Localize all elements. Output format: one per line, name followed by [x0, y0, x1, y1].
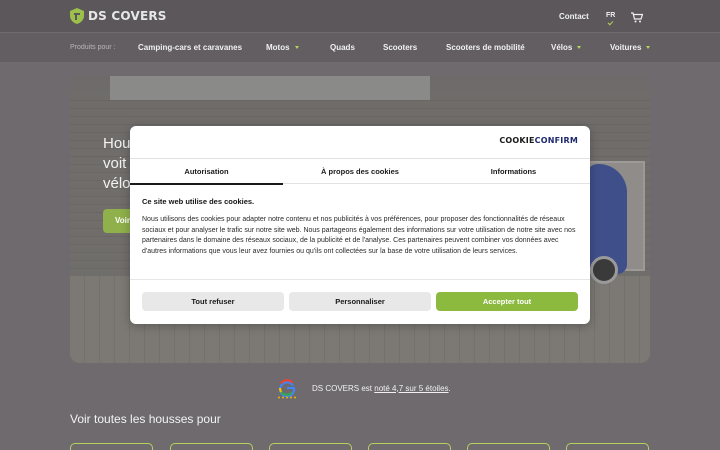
category-card[interactable]	[467, 443, 550, 450]
tab-informations[interactable]: Informations	[437, 167, 590, 176]
dialog-title: Ce site web utilise des cookies.	[142, 197, 255, 206]
nav-item-voitures[interactable]: Voitures	[610, 43, 651, 52]
rating-link[interactable]: noté 4,7 sur 5 étoiles	[374, 384, 448, 393]
category-nav: Produits pour : Camping-cars et caravane…	[0, 32, 720, 62]
language-selector[interactable]: FR	[606, 12, 615, 19]
nav-item-velos[interactable]: Vélos	[551, 43, 582, 52]
shield-logo-icon	[70, 8, 84, 24]
cookie-consent-dialog: COOKIECONFIRM Autorisation À propos des …	[130, 126, 590, 324]
customize-button[interactable]: Personnaliser	[289, 292, 431, 311]
divider	[130, 279, 590, 280]
nav-item-scooters[interactable]: Scooters	[383, 43, 417, 52]
refuse-all-button[interactable]: Tout refuser	[142, 292, 284, 311]
chevron-down-icon	[607, 19, 614, 26]
active-tab-indicator	[130, 183, 283, 185]
caret-down-icon	[646, 46, 651, 50]
rating-text: DS COVERS est noté 4,7 sur 5 étoiles.	[312, 383, 451, 393]
rating-strip: DS COVERS est noté 4,7 sur 5 étoiles.	[276, 377, 451, 399]
contact-link[interactable]: Contact	[559, 12, 589, 21]
top-header: DS COVERS Contact FR	[0, 0, 720, 32]
nav-item-motos[interactable]: Motos	[266, 43, 299, 52]
accept-all-button[interactable]: Accepter tout	[436, 292, 578, 311]
category-card[interactable]	[70, 443, 153, 450]
category-card[interactable]	[368, 443, 451, 450]
hero-wheel-image	[590, 256, 618, 284]
hero-background-sky	[110, 76, 430, 100]
caret-down-icon	[294, 46, 299, 50]
logo[interactable]: DS COVERS	[70, 8, 167, 24]
nav-item-scooters-mobilite[interactable]: Scooters de mobilité	[446, 43, 525, 52]
cookieconfirm-logo: COOKIECONFIRM	[499, 136, 578, 145]
tab-autorisation[interactable]: Autorisation	[130, 167, 283, 176]
cart-icon[interactable]	[631, 12, 643, 23]
category-card[interactable]	[566, 443, 649, 450]
google-icon	[278, 379, 296, 399]
logo-text: DS COVERS	[88, 9, 167, 23]
category-card[interactable]	[269, 443, 352, 450]
cookie-tabs: Autorisation À propos des cookies Inform…	[130, 158, 590, 185]
nav-item-quads[interactable]: Quads	[330, 43, 355, 52]
category-card[interactable]	[170, 443, 253, 450]
nav-prefix: Produits pour :	[70, 44, 116, 51]
caret-down-icon	[577, 46, 582, 50]
nav-item-camping-cars[interactable]: Camping-cars et caravanes	[138, 43, 242, 52]
hero-title: Hou voit vélo	[103, 135, 131, 192]
body-fade-overlay	[130, 254, 590, 268]
tab-a-propos-des-cookies[interactable]: À propos des cookies	[283, 167, 437, 176]
see-all-heading: Voir toutes les housses pour	[70, 412, 221, 426]
